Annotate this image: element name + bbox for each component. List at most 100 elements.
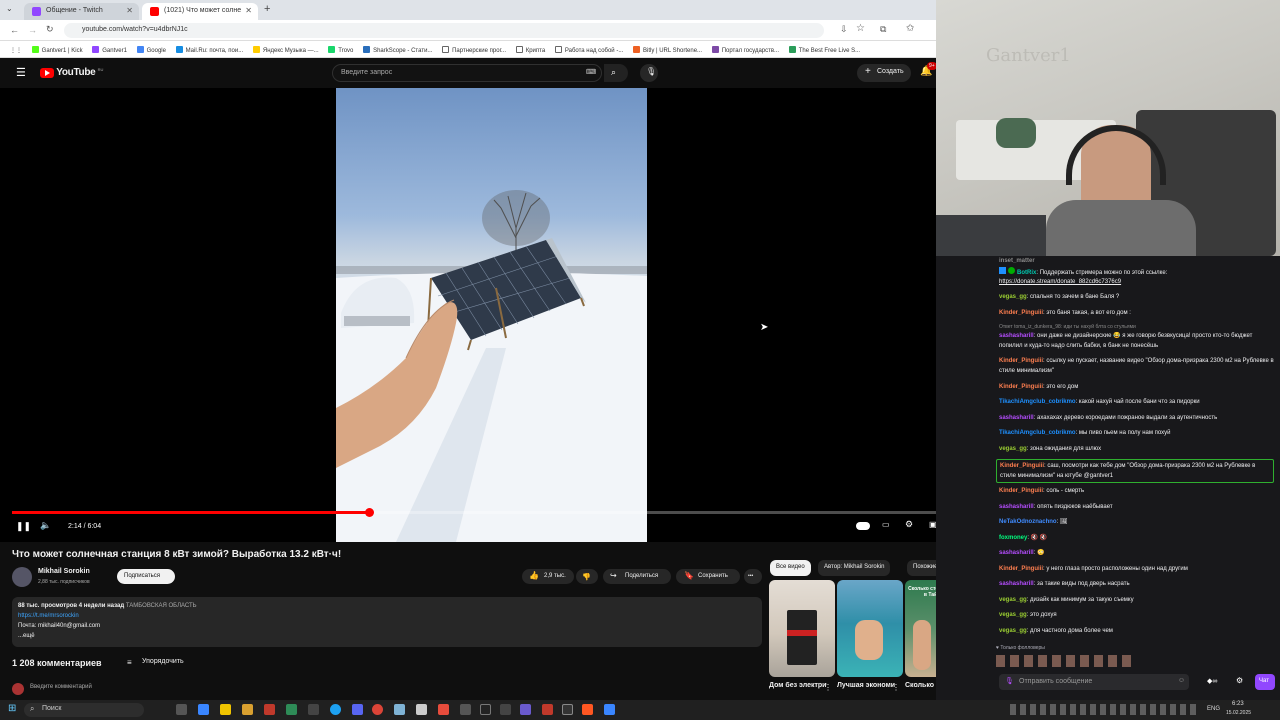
autoplay-toggle[interactable] xyxy=(856,522,870,530)
back-icon[interactable]: ← xyxy=(10,25,19,35)
keyboard-icon[interactable]: ⌨ xyxy=(586,68,596,76)
emote-picker-icon[interactable]: ☺ xyxy=(1178,677,1185,684)
bookmark-item[interactable]: Bitly | URL Shortene... xyxy=(633,46,702,54)
start-icon[interactable]: ⊞ xyxy=(8,703,16,714)
chat-send-button[interactable]: Чат xyxy=(1255,674,1275,690)
bookmark-item[interactable]: Gantver1 | Kick xyxy=(31,46,83,54)
chat-link[interactable]: https://donate.stream/donate_882cd6c7376… xyxy=(999,279,1121,285)
chat-username[interactable]: inset_matter xyxy=(999,258,1035,264)
chat-username[interactable]: sashasharill xyxy=(999,504,1034,510)
progress-bar[interactable] xyxy=(12,508,968,517)
favorites-icon[interactable]: ✩ xyxy=(906,23,914,34)
chat-username[interactable]: vegas_gg xyxy=(999,294,1027,300)
bookmark-item[interactable]: Google xyxy=(136,46,166,54)
more-vert-icon[interactable]: ⋮ xyxy=(892,683,900,692)
tab-youtube[interactable]: (1021) Что может солне ✕ xyxy=(142,3,258,20)
chat-username[interactable]: TikachiAmgclub_cobrikmo xyxy=(999,399,1076,405)
video-player[interactable]: ❚❚ 🔈 2:14 / 6:04 ▭ ⚙ ▣ ⤢ xyxy=(0,88,980,542)
discord-icon[interactable] xyxy=(352,704,363,715)
app-icon[interactable] xyxy=(582,704,593,715)
related-title[interactable]: Дом без электриче xyxy=(769,682,827,689)
app-icon[interactable] xyxy=(286,704,297,715)
bookmark-star-icon[interactable]: ☆ xyxy=(856,23,865,34)
chat-username[interactable]: vegas_gg xyxy=(999,628,1027,634)
bits-icon[interactable]: ◆∞ xyxy=(1207,677,1217,685)
chat-username[interactable]: sashasharill xyxy=(999,415,1034,421)
chat-username[interactable]: vegas_gg xyxy=(999,612,1027,618)
add-comment-input[interactable]: Введите комментарий xyxy=(30,684,92,690)
tab-list-icon[interactable]: ⌄ xyxy=(6,4,13,13)
app-icon[interactable] xyxy=(242,704,253,715)
search-button[interactable]: ⌕ xyxy=(604,64,628,82)
chat-username[interactable]: Kinder_Pinguiii xyxy=(1000,463,1044,469)
app-icon[interactable] xyxy=(542,704,553,715)
close-icon[interactable]: ✕ xyxy=(126,6,133,15)
related-thumbnail[interactable] xyxy=(837,580,903,677)
sort-button[interactable]: Упорядочить xyxy=(142,658,184,665)
chat-username[interactable]: sashasharill xyxy=(999,581,1034,587)
explorer-icon[interactable] xyxy=(220,704,231,715)
app-icon[interactable] xyxy=(520,704,531,715)
app-icon[interactable] xyxy=(500,704,511,715)
app-icon[interactable] xyxy=(330,704,341,715)
chat-username[interactable]: Kinder_Pinguiii xyxy=(999,566,1043,572)
pause-icon[interactable]: ❚❚ xyxy=(16,521,31,532)
clock-time[interactable]: 6:23 xyxy=(1232,701,1244,707)
language-indicator[interactable]: ENG xyxy=(1207,706,1220,712)
subscribe-button[interactable]: Подписаться xyxy=(117,569,175,584)
app-icon[interactable] xyxy=(394,704,405,715)
related-thumbnail[interactable] xyxy=(769,580,835,677)
bookmark-item[interactable]: Портал государств... xyxy=(711,46,779,54)
emote-tray[interactable] xyxy=(996,655,1136,667)
chat-settings-icon[interactable]: ⚙ xyxy=(1236,676,1243,685)
bookmark-item[interactable]: SharkScope - Стати... xyxy=(363,46,432,54)
subtitles-icon[interactable]: ▭ xyxy=(882,520,890,529)
app-icon[interactable] xyxy=(604,704,615,715)
bookmark-folder[interactable]: Партнерские прог... xyxy=(442,46,506,54)
reload-icon[interactable]: ↻ xyxy=(46,24,54,35)
extensions-icon[interactable]: ⧉ xyxy=(880,24,886,35)
url-field[interactable]: youtube.com/watch?v=u4dbrNJ1c xyxy=(64,23,824,38)
description-box[interactable]: 88 тыс. просмотров 4 недели назад ТАМБОВ… xyxy=(12,597,762,647)
location-tag[interactable]: ТАМБОВСКАЯ ОБЛАСТЬ xyxy=(126,603,197,609)
chip-all-videos[interactable]: Все видео xyxy=(770,560,811,576)
bookmark-item[interactable]: Trovo xyxy=(328,46,353,54)
chat-username[interactable]: TikachiAmgclub_cobrikmo xyxy=(999,430,1076,436)
chat-username[interactable]: vegas_gg xyxy=(999,446,1027,452)
chat-username[interactable]: NeTakOdnoznachno xyxy=(999,519,1057,525)
sort-icon[interactable]: ≡ xyxy=(127,658,132,667)
edge-icon[interactable] xyxy=(198,704,209,715)
bookmark-item[interactable]: Mail.Ru: почта, пои... xyxy=(175,46,243,54)
bookmark-item[interactable]: Gantver1 xyxy=(92,46,127,54)
show-more-link[interactable]: ...ещё xyxy=(18,631,756,641)
app-icon[interactable] xyxy=(416,704,427,715)
more-vert-icon[interactable]: ⋮ xyxy=(824,683,832,692)
forward-icon[interactable]: → xyxy=(28,25,37,35)
chat-username[interactable]: Kinder_Pinguiii xyxy=(999,310,1043,316)
app-icon[interactable] xyxy=(562,704,573,715)
apps-icon[interactable]: ⋮⋮ xyxy=(10,47,22,54)
chat-input[interactable]: 🎙 Отправить сообщение ☺ xyxy=(999,674,1189,690)
app-icon[interactable] xyxy=(480,704,491,715)
settings-icon[interactable]: ⚙ xyxy=(905,519,913,530)
close-icon[interactable]: ✕ xyxy=(245,6,252,15)
new-tab-button[interactable]: + xyxy=(264,3,270,15)
app-icon[interactable] xyxy=(460,704,471,715)
related-title[interactable]: Лучшая экономия xyxy=(837,682,895,689)
bookmark-item[interactable]: Яндекс Музыка —... xyxy=(252,46,319,54)
chat-username[interactable]: foxmoney xyxy=(999,535,1027,541)
system-tray-icons[interactable] xyxy=(1010,704,1200,715)
dislike-button[interactable]: 👎 xyxy=(576,569,598,584)
chat-username[interactable]: Kinder_Pinguiii xyxy=(999,358,1043,364)
task-view-icon[interactable] xyxy=(176,704,187,715)
progress-handle[interactable] xyxy=(364,508,374,517)
taskbar-search[interactable]: ⌕ Поиск xyxy=(24,703,144,717)
telegram-link[interactable]: https://t.me/mrsorockin xyxy=(18,611,756,621)
volume-icon[interactable]: 🔈 xyxy=(40,520,51,531)
youtube-logo[interactable]: YouTube RU xyxy=(40,67,103,78)
like-button[interactable]: 👍 2,9 тыс. xyxy=(522,569,574,584)
chat-username[interactable]: Kinder_Pinguiii xyxy=(999,384,1043,390)
app-icon[interactable] xyxy=(264,704,275,715)
channel-name[interactable]: Mikhail Sorokin xyxy=(38,568,90,575)
chat-username[interactable]: sashasharill xyxy=(999,550,1034,556)
